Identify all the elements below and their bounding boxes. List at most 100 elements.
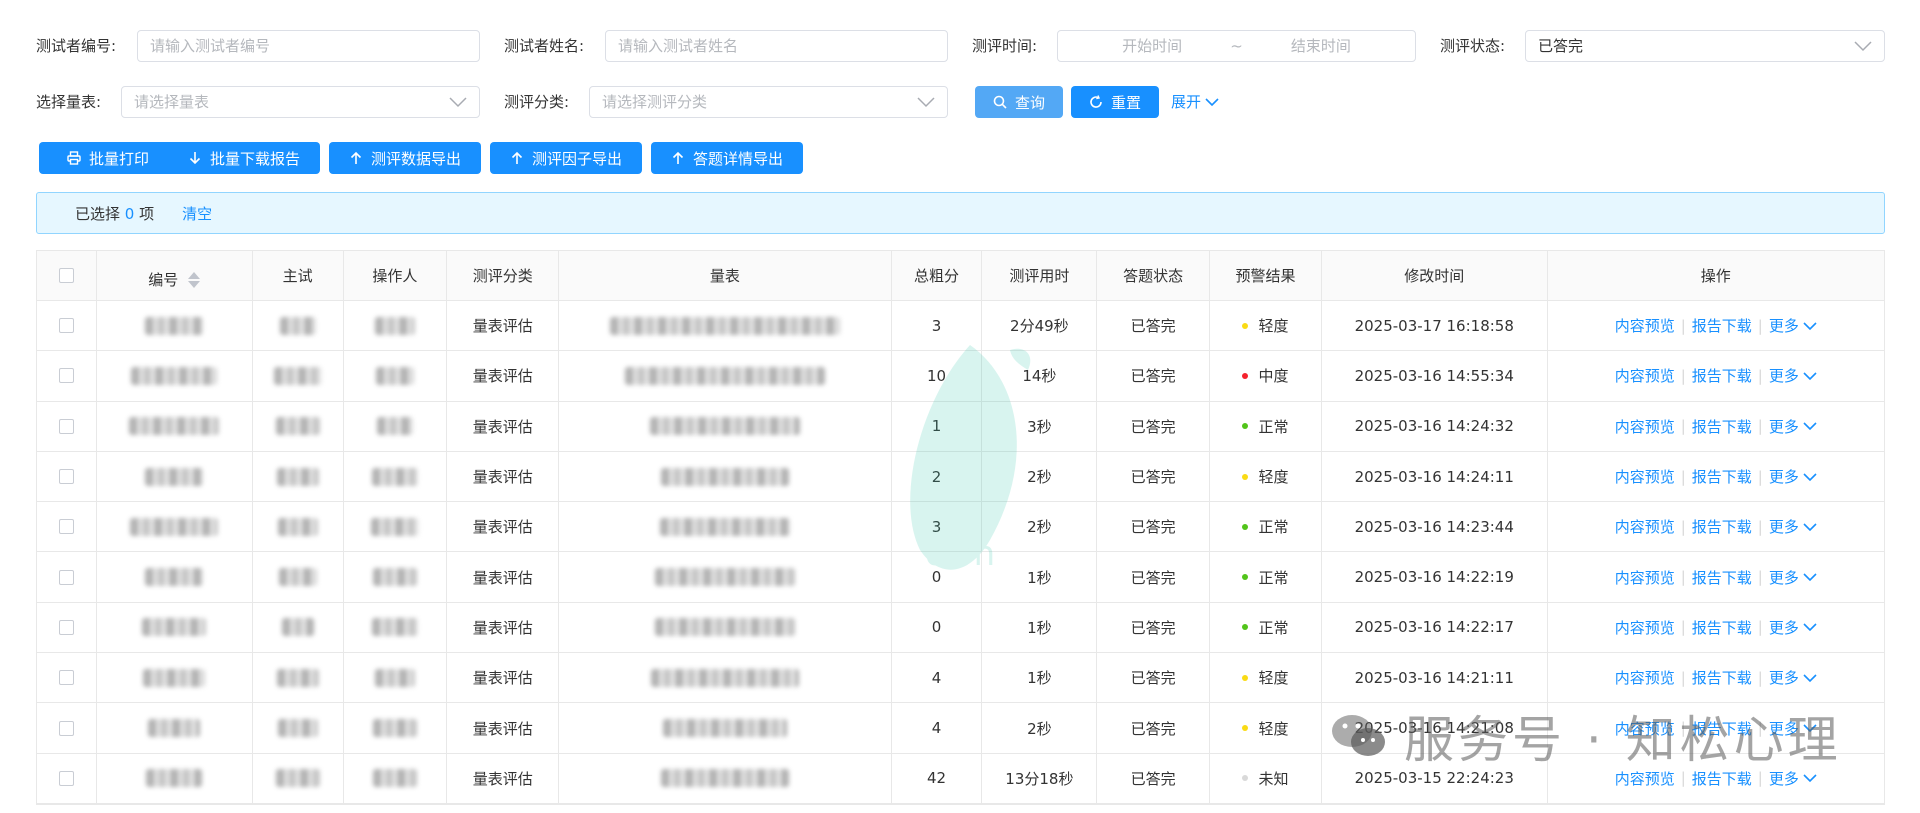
redacted-examiner xyxy=(278,568,317,587)
actions-cell: 内容预览 | 报告下载 | 更多 xyxy=(1548,351,1884,400)
more-dropdown[interactable]: 更多 xyxy=(1769,466,1817,487)
table-row: 量表评估 1 3秒 已答完 正常 2025-03-16 14:24:32 内容预览 | 报告下载… xyxy=(37,401,1884,452)
download-report-link[interactable]: 报告下载 xyxy=(1692,718,1752,739)
row-checkbox[interactable] xyxy=(58,569,74,585)
operator-cell xyxy=(344,401,448,451)
duration-cell: 2分49秒 xyxy=(982,301,1098,351)
divider: | xyxy=(1757,366,1763,385)
preview-link[interactable]: 内容预览 xyxy=(1615,516,1675,537)
score-cell: 3 xyxy=(892,502,983,552)
download-report-link[interactable]: 报告下载 xyxy=(1692,567,1752,588)
preview-link[interactable]: 内容预览 xyxy=(1615,617,1675,638)
row-checkbox[interactable] xyxy=(58,318,74,334)
preview-link[interactable]: 内容预览 xyxy=(1615,567,1675,588)
category-cell: 量表评估 xyxy=(447,703,560,753)
expand-toggle[interactable]: 展开 xyxy=(1171,86,1219,118)
divider: | xyxy=(1757,568,1763,587)
redacted-id xyxy=(148,719,201,738)
download-report-link[interactable]: 报告下载 xyxy=(1692,416,1752,437)
table-row: 量表评估 0 1秒 已答完 正常 2025-03-16 14:22:19 内容预览 | 报告下载… xyxy=(37,552,1884,603)
more-dropdown[interactable]: 更多 xyxy=(1769,365,1817,386)
more-dropdown[interactable]: 更多 xyxy=(1769,315,1817,336)
actions-cell: 内容预览 | 报告下载 | 更多 xyxy=(1548,552,1884,601)
more-dropdown[interactable]: 更多 xyxy=(1769,768,1817,789)
more-label: 更多 xyxy=(1768,669,1799,688)
batch-download-button[interactable]: 批量下载报告 xyxy=(168,142,320,174)
export-factor-button[interactable]: 测评因子导出 xyxy=(490,142,642,174)
batch-print-button[interactable]: 批量打印 xyxy=(39,142,177,174)
modified-cell: 2025-03-16 14:55:34 xyxy=(1322,351,1548,401)
warning-label: 轻度 xyxy=(1258,317,1289,336)
preview-link[interactable]: 内容预览 xyxy=(1615,768,1675,789)
divider: | xyxy=(1757,417,1763,436)
more-dropdown[interactable]: 更多 xyxy=(1769,516,1817,537)
start-time-field[interactable]: 开始时间 xyxy=(1122,31,1182,61)
row-checkbox[interactable] xyxy=(58,519,74,535)
operator-cell xyxy=(344,552,448,602)
download-report-link[interactable]: 报告下载 xyxy=(1692,617,1752,638)
more-dropdown[interactable]: 更多 xyxy=(1769,617,1817,638)
row-checkbox[interactable] xyxy=(58,368,74,384)
download-report-link[interactable]: 报告下载 xyxy=(1692,365,1752,386)
status-cell: 已答完 xyxy=(1097,502,1211,552)
export-answers-button[interactable]: 答题详情导出 xyxy=(651,142,803,174)
eval-time-label: 测评时间: xyxy=(972,37,1038,55)
category-label: 测评分类: xyxy=(504,93,570,111)
scale-select[interactable]: 请选择量表 xyxy=(121,86,480,118)
operator-cell xyxy=(344,451,448,502)
score-cell: 4 xyxy=(892,703,983,753)
sort-icon[interactable] xyxy=(188,271,201,288)
status-cell: 已答完 xyxy=(1097,552,1211,602)
reset-button[interactable]: 重置 xyxy=(1071,86,1159,118)
query-button-label: 查询 xyxy=(1014,93,1045,112)
more-dropdown[interactable]: 更多 xyxy=(1769,718,1817,739)
preview-link[interactable]: 内容预览 xyxy=(1615,315,1675,336)
category-cell: 量表评估 xyxy=(447,753,560,803)
row-checkbox[interactable] xyxy=(58,469,74,485)
download-report-link[interactable]: 报告下载 xyxy=(1692,315,1752,336)
row-select-cell xyxy=(37,401,97,451)
clear-selection-link[interactable]: 清空 xyxy=(182,203,212,224)
header-select-all xyxy=(37,251,97,300)
download-report-link[interactable]: 报告下载 xyxy=(1692,667,1752,688)
row-checkbox[interactable] xyxy=(58,670,74,686)
row-checkbox[interactable] xyxy=(58,418,74,434)
chevron-down-icon xyxy=(1803,372,1817,381)
preview-link[interactable]: 内容预览 xyxy=(1615,365,1675,386)
preview-link[interactable]: 内容预览 xyxy=(1615,667,1675,688)
download-report-link[interactable]: 报告下载 xyxy=(1692,466,1752,487)
preview-link[interactable]: 内容预览 xyxy=(1615,466,1675,487)
actions-cell: 内容预览 | 报告下载 | 更多 xyxy=(1548,452,1884,501)
category-placeholder: 请选择测评分类 xyxy=(602,93,708,111)
export-data-button[interactable]: 测评数据导出 xyxy=(329,142,481,174)
eval-status-select[interactable]: 已答完 xyxy=(1525,30,1885,62)
download-report-link[interactable]: 报告下载 xyxy=(1692,516,1752,537)
preview-link[interactable]: 内容预览 xyxy=(1615,416,1675,437)
table-row: 量表评估 42 13分18秒 已答完 未知 2025-03-15 22:24:23 内容预览… xyxy=(37,753,1884,804)
scale-cell xyxy=(559,401,892,451)
redacted-id xyxy=(131,366,218,385)
id-cell xyxy=(97,502,253,552)
more-dropdown[interactable]: 更多 xyxy=(1769,416,1817,437)
redacted-scale xyxy=(662,719,787,738)
tester-name-input[interactable]: 请输入测试者姓名 xyxy=(605,30,948,62)
download-report-link[interactable]: 报告下载 xyxy=(1692,768,1752,789)
row-checkbox[interactable] xyxy=(58,720,74,736)
header-category: 测评分类 xyxy=(447,251,560,300)
row-checkbox[interactable] xyxy=(58,619,74,635)
more-dropdown[interactable]: 更多 xyxy=(1769,567,1817,588)
row-checkbox[interactable] xyxy=(58,770,74,786)
selection-summary: 已选择 0 项 xyxy=(75,203,154,224)
end-time-field[interactable]: 结束时间 xyxy=(1291,31,1351,61)
more-dropdown[interactable]: 更多 xyxy=(1769,667,1817,688)
header-id[interactable]: 编号 xyxy=(97,251,253,300)
query-button[interactable]: 查询 xyxy=(975,86,1063,118)
tester-id-input[interactable]: 请输入测试者编号 xyxy=(137,30,480,62)
eval-time-range-picker[interactable]: 开始时间 ~ 结束时间 xyxy=(1057,30,1416,62)
row-select-cell xyxy=(37,602,97,653)
category-select[interactable]: 请选择测评分类 xyxy=(589,86,948,118)
chevron-down-icon xyxy=(1854,41,1872,52)
preview-link[interactable]: 内容预览 xyxy=(1615,718,1675,739)
category-cell: 量表评估 xyxy=(447,502,560,552)
select-all-checkbox[interactable] xyxy=(58,268,74,283)
